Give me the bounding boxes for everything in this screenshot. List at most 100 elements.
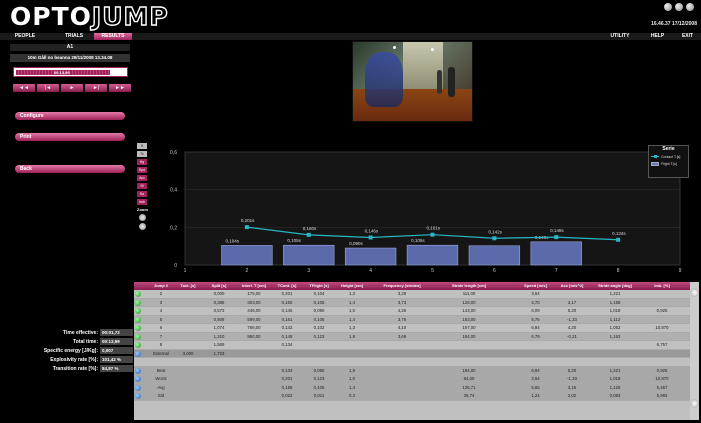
- column-header[interactable]: Imb. [%]: [639, 282, 685, 290]
- table-cell: 303,00: [247, 299, 261, 305]
- contact-time-point: [616, 237, 621, 242]
- table-scrollbar[interactable]: [690, 282, 699, 420]
- x-tick-label: 2: [245, 268, 248, 274]
- table-row[interactable]: 3 0,385 303,00 0,160 0,105 1,4 3,73 128,00 4,70 3…: [134, 298, 690, 307]
- series-toggle[interactable]: Acc: [137, 175, 147, 181]
- column-header[interactable]: Height [cm]: [336, 282, 368, 290]
- series-toggle[interactable]: Sa: [137, 191, 147, 197]
- tab-exit[interactable]: EXIT: [675, 33, 700, 40]
- table-row[interactable]: 2 0,000 175,00 0,201 0,104 1,3 3,28 111,00 3,64 1…: [134, 290, 690, 299]
- valid-jump-icon[interactable]: [135, 342, 141, 348]
- table-cell: 0,090: [313, 367, 325, 373]
- column-header[interactable]: TFlight [s]: [304, 282, 334, 290]
- rewind-button[interactable]: ◄◄: [13, 84, 35, 92]
- point-label: 0,146s: [365, 229, 379, 234]
- flight-time-bar: [344, 247, 397, 266]
- y-tick-label: 0,6: [170, 150, 177, 156]
- valid-jump-icon[interactable]: [135, 308, 141, 314]
- info-icon[interactable]: [135, 376, 141, 382]
- table-cell: 1,4: [349, 299, 355, 305]
- column-header[interactable]: Interl. T [cm]: [237, 282, 271, 290]
- column-header[interactable]: TCont. [s]: [272, 282, 302, 290]
- tab-utility[interactable]: UTILITY: [605, 33, 635, 40]
- flight-time-bar: [406, 244, 459, 266]
- series-toggle[interactable]: H: [137, 143, 147, 149]
- flight-time-bar: [468, 245, 521, 266]
- maximize-icon[interactable]: [675, 3, 683, 11]
- minimize-icon[interactable]: [664, 3, 672, 11]
- table-row[interactable]: 5 0,808 599,00 0,161 0,105 1,4 3,76 153,00 5,75 -…: [134, 315, 690, 324]
- column-header[interactable]: Stride length [cm]: [434, 282, 504, 290]
- next-frame-button[interactable]: ►|: [85, 84, 107, 92]
- info-icon[interactable]: [135, 384, 141, 391]
- jump-chart: 0 0,2 0,4 0,6 1 2 3 4 5 6 7 8 9 0,104s 0,105s 0,090s 0,1…: [170, 150, 682, 274]
- table-cell: 6,79: [531, 333, 540, 339]
- valid-jump-icon[interactable]: [135, 325, 141, 331]
- series-toggle[interactable]: Spd: [137, 167, 147, 173]
- table-row[interactable]: 7 1,310 950,00 0,148 0,123 1,9 3,69 184,00 6,79 -…: [134, 332, 690, 341]
- tab-help[interactable]: HELP: [645, 33, 670, 40]
- stat-row: Specific energy [J/Kg]: 0,007: [5, 346, 133, 355]
- tab-trials[interactable]: TRIALS: [55, 33, 93, 40]
- table-cell: 0,105: [313, 316, 325, 322]
- table-row[interactable]: 6 1,074 766,00 0,142 0,102 1,3 4,10 167,00 6,84 4…: [134, 324, 690, 333]
- print-button[interactable]: Print: [15, 133, 125, 141]
- video-frame[interactable]: [352, 41, 473, 122]
- table-cell: 6,09: [531, 308, 540, 313]
- table-cell: 1,24: [531, 393, 540, 398]
- zoom-in-icon[interactable]: [139, 214, 146, 221]
- info-icon[interactable]: [135, 393, 141, 399]
- stat-label: Transition rate [%]:: [52, 365, 98, 372]
- contact-time-point: [554, 235, 559, 240]
- table-row[interactable]: 8 1,589 0,134 6,757: [134, 341, 690, 350]
- info-icon[interactable]: [135, 367, 141, 374]
- table-row[interactable]: External 3,000 1,723: [134, 349, 690, 358]
- valid-jump-icon[interactable]: [135, 299, 141, 306]
- table-row[interactable]: Std 0,022 0,011 0,3 39,74 1,24 2,02 0,083 5,993: [134, 392, 690, 401]
- valid-jump-icon[interactable]: [135, 291, 141, 297]
- column-header[interactable]: Speed [m/s]: [519, 282, 552, 290]
- valid-jump-icon[interactable]: [135, 316, 141, 323]
- legend-label: Flight T.[s]: [661, 161, 677, 166]
- table-row[interactable]: Best 0,134 0,090 1,9 184,00 6,84 5,20 1,221 0,92…: [134, 366, 690, 375]
- jump-results-table: Jump # Tact. [s] Split [s] Interl. T [cm] TC…: [134, 282, 690, 420]
- stat-value: 101,42 %: [100, 356, 133, 363]
- column-header[interactable]: Jump #: [144, 282, 178, 290]
- column-header[interactable]: Acc [m/s^2]: [554, 282, 590, 290]
- video-timeline[interactable]: 00.13,99: [13, 67, 128, 77]
- table-cell: 5,75: [531, 316, 540, 322]
- stat-value: 0,007: [100, 347, 133, 354]
- series-toggle[interactable]: Hg: [137, 159, 147, 165]
- table-cell: 1,052: [609, 325, 621, 330]
- scroll-down-icon[interactable]: [690, 399, 699, 408]
- column-header[interactable]: Stride angle [deg]: [594, 282, 636, 290]
- fast-forward-button[interactable]: ►►: [109, 84, 131, 92]
- test-summary-stats: Time effective: 00:01,72 Total time: 00:13…: [5, 328, 133, 373]
- column-header[interactable]: Tact. [s]: [174, 282, 202, 290]
- play-button[interactable]: ►: [61, 84, 83, 92]
- table-row[interactable]: Worst 0,201 0,123 1,0 64,00 3,64 -1,33 1,018 10,…: [134, 375, 690, 384]
- zoom-out-icon[interactable]: [139, 223, 146, 230]
- valid-jump-icon[interactable]: [135, 333, 141, 340]
- scroll-up-icon[interactable]: [690, 288, 699, 297]
- configure-button[interactable]: Configure: [15, 112, 125, 120]
- tab-results[interactable]: RESULTS: [94, 33, 132, 40]
- contact-time-point: [430, 232, 435, 237]
- tab-people[interactable]: PEOPLE: [6, 33, 44, 40]
- stat-value: 84,87 %: [100, 365, 133, 372]
- series-toggle[interactable]: Imb: [137, 199, 147, 205]
- x-tick-label: 9: [679, 268, 682, 274]
- column-header[interactable]: Split [s]: [204, 282, 234, 290]
- close-icon[interactable]: [686, 3, 694, 11]
- table-cell: 0,022: [281, 393, 293, 398]
- back-button[interactable]: Back: [15, 165, 125, 173]
- series-toggle[interactable]: Tc: [137, 151, 147, 157]
- info-icon[interactable]: [135, 350, 141, 357]
- table-spacer: [134, 358, 690, 367]
- table-row[interactable]: 4 0,573 446,00 0,145 0,090 1,0 4,26 143,00 6,09 5…: [134, 307, 690, 316]
- table-cell: 2,02: [567, 393, 577, 398]
- prev-frame-button[interactable]: |◄: [37, 84, 59, 92]
- column-header[interactable]: Frequency [strides]: [374, 282, 430, 290]
- series-toggle[interactable]: St: [137, 183, 147, 189]
- table-row[interactable]: Avg 0,156 0,105 1,4 135,71 5,65 3,16 1,126 5,467: [134, 383, 690, 392]
